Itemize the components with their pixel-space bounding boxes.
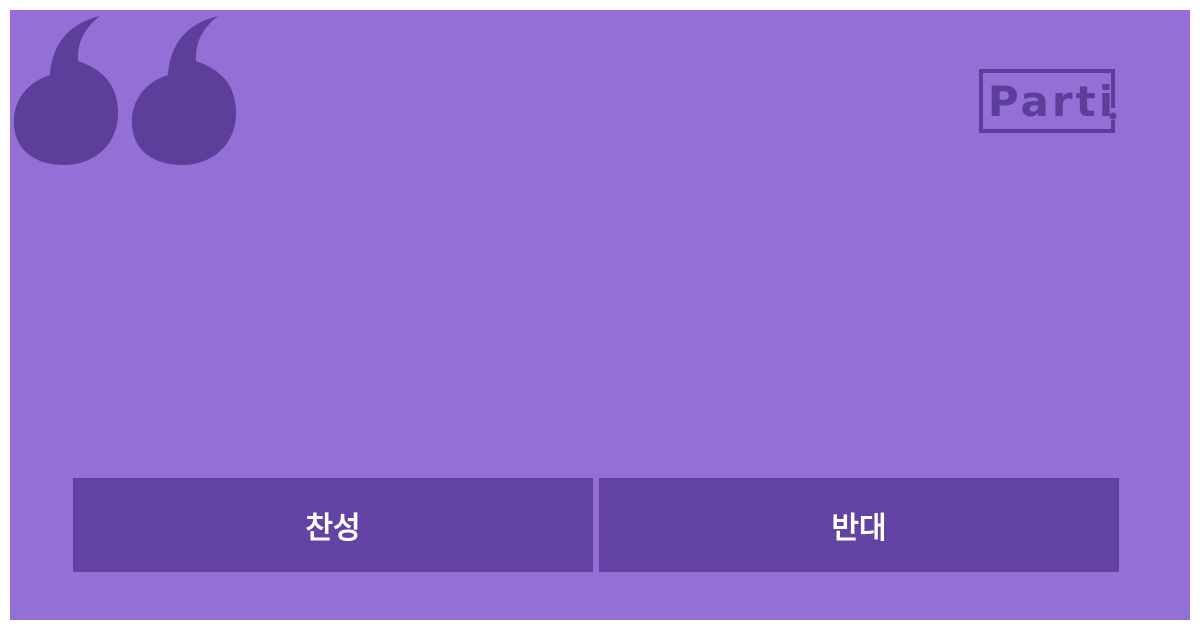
- share-card: Parti 찬성 반대: [10, 10, 1190, 620]
- parti-logo[interactable]: Parti: [978, 68, 1118, 134]
- disagree-button[interactable]: 반대: [599, 478, 1119, 572]
- agree-button[interactable]: 찬성: [73, 478, 593, 572]
- open-quote-icon: [13, 16, 237, 165]
- vote-buttons: 찬성 반대: [73, 478, 1119, 572]
- logo-text: Parti: [987, 76, 1117, 126]
